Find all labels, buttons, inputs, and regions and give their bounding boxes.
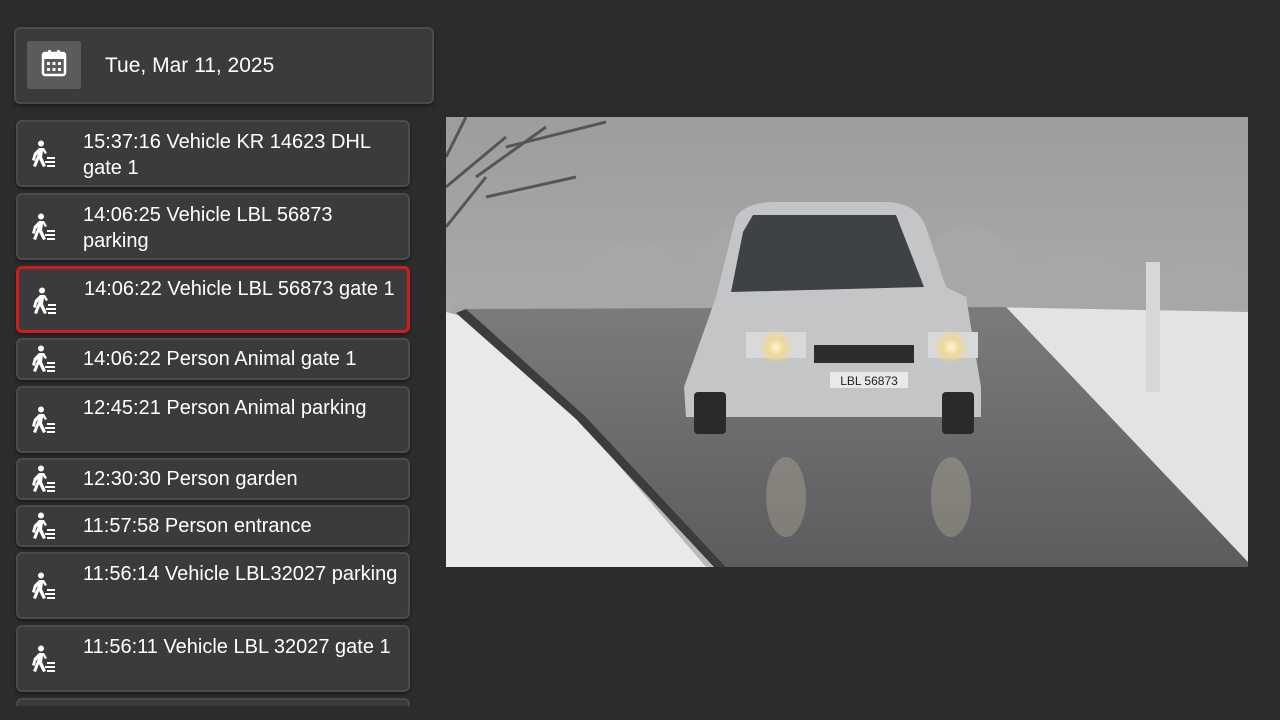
event-item[interactable]: 11:56:14 Vehicle LBL32027 parking [16, 552, 410, 619]
camera-snapshot: LBL 56873 [446, 117, 1248, 567]
event-item[interactable]: 12:30:30 Person garden [16, 458, 410, 500]
calendar-button[interactable] [27, 41, 81, 89]
event-label: 11:56:11 Vehicle LBL 32027 gate 1 [83, 636, 391, 658]
event-label: 14:06:22 Person Animal gate 1 [83, 348, 357, 370]
event-label: 14:06:25 Vehicle LBL 56873 parking [83, 204, 333, 252]
event-item[interactable]: 12:45:21 Person Animal parking [16, 386, 410, 453]
person-walking-icon [30, 572, 56, 605]
person-walking-icon [30, 406, 56, 439]
event-label: 12:30:30 Person garden [83, 468, 298, 490]
person-walking-icon [30, 345, 56, 378]
person-walking-icon [30, 465, 56, 498]
event-list[interactable]: 15:37:16 Vehicle KR 14623 DHL gate 1 14:0… [14, 118, 416, 706]
person-walking-icon [30, 645, 56, 678]
event-label: 15:37:16 Vehicle KR 14623 DHL gate 1 [83, 131, 371, 179]
person-walking-icon [31, 287, 57, 320]
event-label: 11:56:14 Vehicle LBL32027 parking [83, 563, 398, 585]
event-item[interactable]: 15:37:16 Vehicle KR 14623 DHL gate 1 [16, 120, 410, 187]
person-walking-icon [30, 512, 56, 545]
person-walking-icon [30, 140, 56, 173]
event-item[interactable]: 11:57:58 Person entrance [16, 505, 410, 547]
selected-date: Tue, Mar 11, 2025 [105, 54, 275, 77]
event-item[interactable]: 14:06:22 Person Animal gate 1 [16, 338, 410, 380]
license-plate: LBL 56873 [840, 374, 898, 388]
event-label: 14:06:22 Vehicle LBL 56873 gate 1 [84, 278, 395, 300]
event-label: 11:57:58 Person entrance [83, 515, 312, 537]
event-item[interactable]: 14:06:25 Vehicle LBL 56873 parking [16, 193, 410, 260]
event-item-partial[interactable] [16, 698, 410, 706]
date-picker[interactable]: Tue, Mar 11, 2025 [14, 27, 434, 104]
event-item[interactable]: 11:56:11 Vehicle LBL 32027 gate 1 [16, 625, 410, 692]
event-label: 12:45:21 Person Animal parking [83, 397, 367, 419]
person-walking-icon [30, 213, 56, 246]
calendar-icon [41, 49, 67, 82]
event-item[interactable]: 14:06:22 Vehicle LBL 56873 gate 1 [16, 266, 410, 333]
